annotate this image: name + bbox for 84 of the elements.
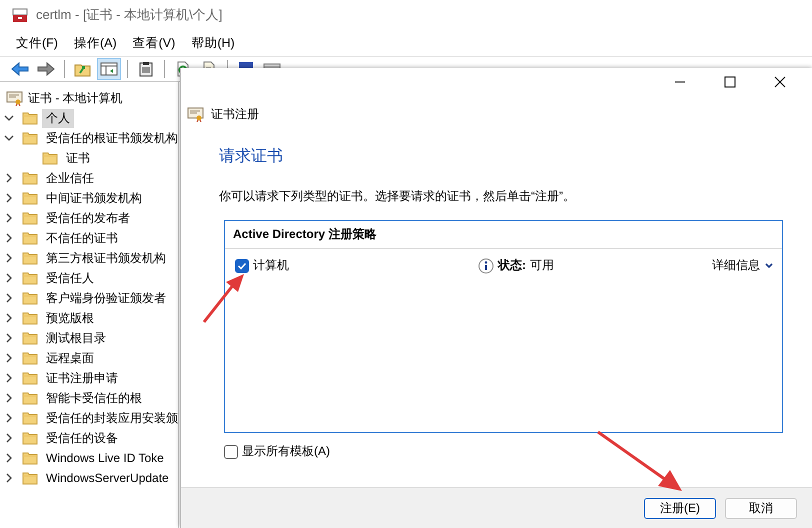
tree-item[interactable]: 第三方根证书颁发机构 — [42, 248, 170, 268]
tree-item[interactable]: 受信任人 — [42, 268, 98, 288]
folder-icon — [22, 191, 38, 205]
menu-item[interactable]: 帮助(H) — [183, 34, 243, 52]
policy-title: Active Directory 注册策略 — [225, 221, 782, 249]
chevron-right-icon[interactable] — [4, 413, 14, 423]
description-text: 你可以请求下列类型的证书。选择要请求的证书，然后单击“注册”。 — [219, 188, 576, 205]
chevron-down-icon[interactable] — [4, 133, 14, 143]
checkbox[interactable] — [235, 258, 249, 272]
chevron-right-icon[interactable] — [4, 193, 14, 203]
chevron-right-icon[interactable] — [4, 333, 14, 343]
template-name: 计算机 — [253, 257, 289, 274]
chevron-right-icon[interactable] — [4, 353, 14, 363]
console-tree-icon[interactable] — [97, 58, 121, 80]
chevron-right-icon[interactable] — [4, 473, 14, 483]
checkbox-label[interactable]: 显示所有模板(A) — [242, 443, 330, 460]
tree-item[interactable]: 证书 — [62, 148, 94, 168]
status-label: 状态: — [498, 257, 526, 274]
tree-item[interactable]: 测试根目录 — [42, 328, 110, 348]
tree-item[interactable]: 受信任的根证书颁发机构 — [42, 128, 178, 148]
folder-icon — [22, 431, 38, 445]
folder-icon — [22, 411, 38, 425]
chevron-down-icon[interactable] — [764, 262, 774, 270]
details-link[interactable]: 详细信息 — [712, 257, 774, 274]
dialog-button[interactable]: 注册(E) — [644, 498, 716, 518]
tree-item[interactable]: 证书注册申请 — [42, 368, 122, 388]
folder-icon — [22, 231, 38, 245]
status-value: 可用 — [530, 257, 554, 274]
folder-icon — [22, 251, 38, 265]
tree-item[interactable]: 预览版根 — [42, 308, 98, 328]
chevron-right-icon[interactable] — [4, 313, 14, 323]
chevron-right-icon[interactable] — [4, 453, 14, 463]
checkbox[interactable] — [224, 444, 238, 458]
chevron-right-icon[interactable] — [4, 373, 14, 383]
info-icon — [478, 258, 494, 274]
folder-icon — [22, 211, 38, 225]
menu-item[interactable]: 操作(A) — [66, 34, 125, 52]
chevron-right-icon[interactable] — [4, 173, 14, 183]
tree-item[interactable]: WindowsServerUpdate — [42, 470, 173, 486]
tree-item[interactable]: 客户端身份验证颁发者 — [42, 288, 170, 308]
page-heading: 请求证书 — [219, 146, 284, 167]
tree-item[interactable]: 受信任的设备 — [42, 428, 122, 448]
tree-item[interactable]: 企业信任 — [42, 168, 98, 188]
dialog-title: 证书注册 — [211, 106, 259, 122]
folder-icon — [22, 291, 38, 305]
folder-icon — [22, 391, 38, 405]
dialog-button[interactable]: 取消 — [725, 498, 797, 518]
chevron-right-icon[interactable] — [4, 293, 14, 303]
close-icon[interactable] — [774, 76, 786, 88]
menu-item[interactable]: 文件(F) — [8, 34, 66, 52]
tree-item[interactable]: 中间证书颁发机构 — [42, 188, 146, 208]
certificate-icon — [6, 90, 24, 106]
chevron-down-icon[interactable] — [4, 113, 14, 123]
tree-item[interactable]: 远程桌面 — [42, 348, 98, 368]
tree-item[interactable]: 不信任的证书 — [42, 228, 122, 248]
menu-item[interactable]: 查看(V) — [124, 34, 184, 52]
folder-icon — [22, 171, 38, 185]
folder-icon — [22, 311, 38, 325]
app-icon — [12, 7, 28, 23]
folder-icon — [22, 271, 38, 285]
chevron-right-icon[interactable] — [4, 233, 14, 243]
folder-icon — [42, 151, 58, 165]
folder-icon — [22, 111, 38, 125]
folder-icon — [22, 371, 38, 385]
chevron-right-icon[interactable] — [4, 213, 14, 223]
chevron-right-icon[interactable] — [4, 253, 14, 263]
tree-root[interactable]: 证书 - 本地计算机 — [28, 90, 123, 106]
window-title: certlm - [证书 - 本地计算机\个人] — [36, 6, 222, 24]
chevron-right-icon[interactable] — [4, 433, 14, 443]
chevron-right-icon[interactable] — [4, 273, 14, 283]
folder-icon — [22, 131, 38, 145]
checkmark-icon — [237, 260, 247, 270]
folder-icon — [22, 451, 38, 465]
tree-item[interactable]: 智能卡受信任的根 — [42, 388, 146, 408]
folder-icon — [22, 351, 38, 365]
tree-item[interactable]: 受信任的封装应用安装颁 — [42, 408, 178, 428]
tree-item[interactable]: 受信任的发布者 — [42, 208, 134, 228]
folder-icon — [22, 471, 38, 485]
tree-item[interactable]: Windows Live ID Toke — [42, 450, 168, 466]
folder-icon — [22, 331, 38, 345]
tree-item[interactable]: 个人 — [42, 108, 74, 128]
maximize-icon[interactable] — [724, 76, 736, 88]
chevron-right-icon[interactable] — [4, 393, 14, 403]
certificate-icon — [187, 106, 205, 122]
